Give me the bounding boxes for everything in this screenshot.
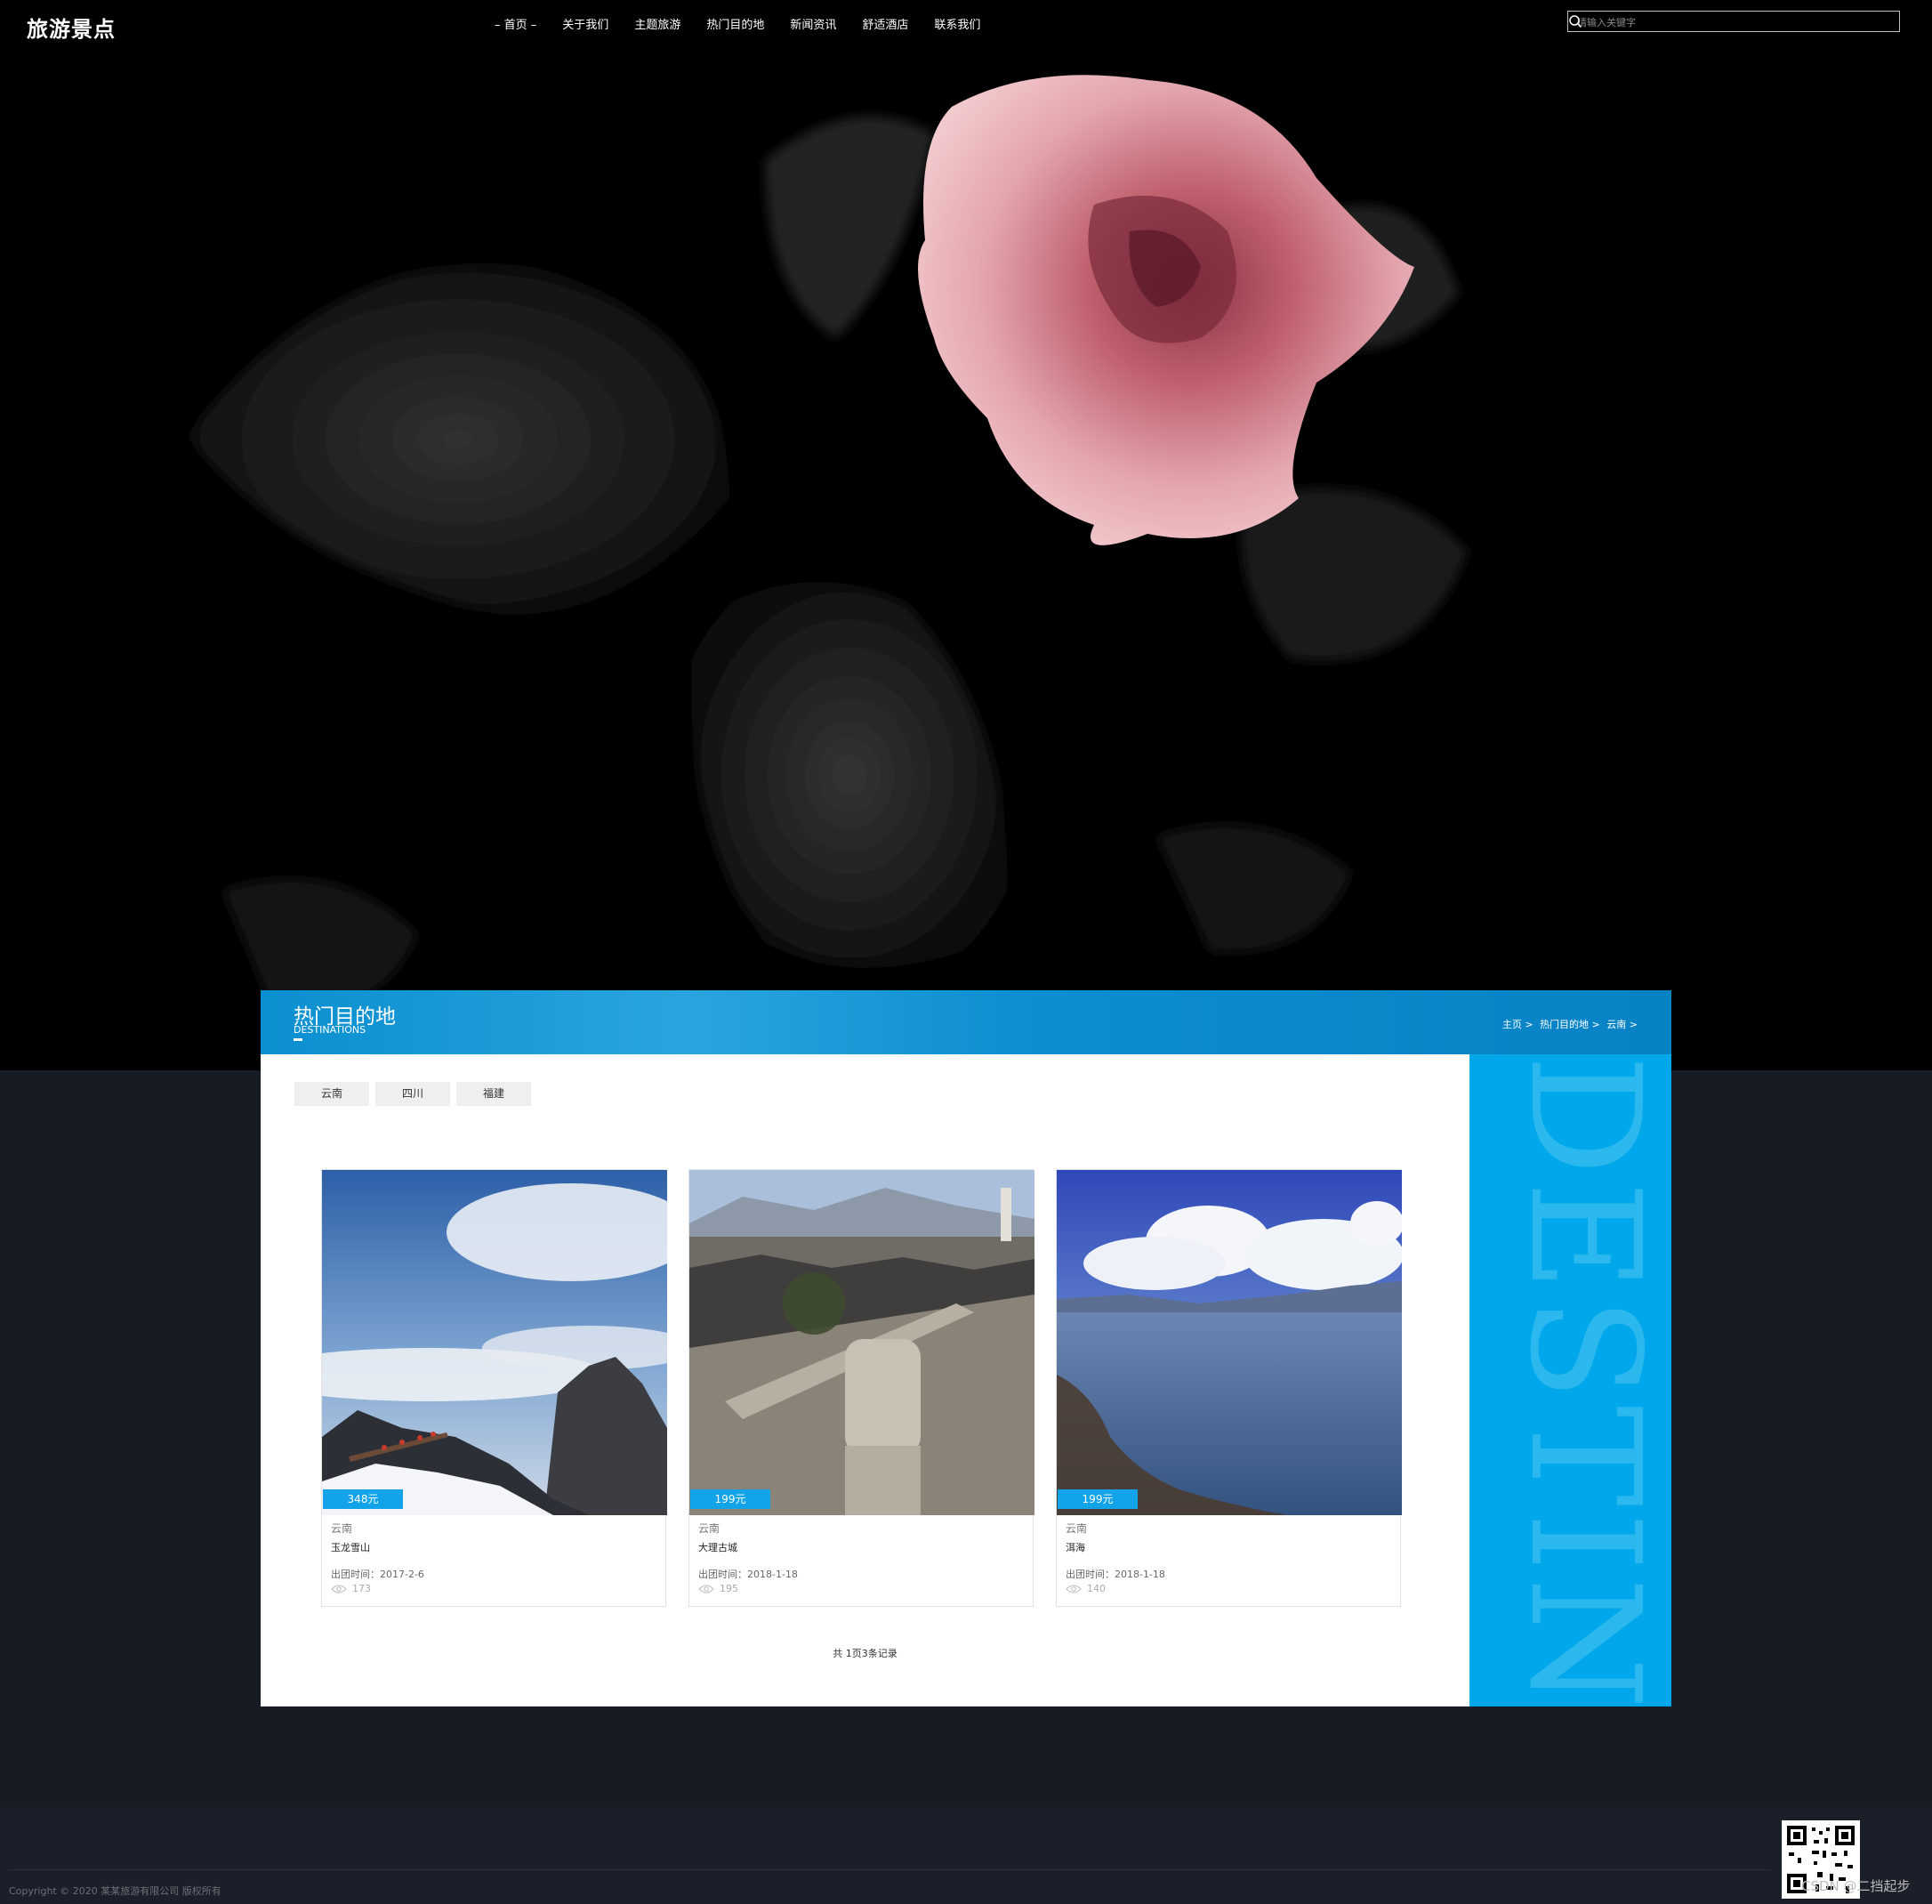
card-image-snow-mountain[interactable]	[322, 1170, 667, 1515]
top-navigation-bar: 旅游景点 首页 关于我们 主题旅游 热门目的地 新闻资讯 舒适酒店 联系我们	[0, 0, 1932, 46]
breadcrumb-yunnan[interactable]: 云南 >	[1606, 1019, 1638, 1030]
filter-yunnan[interactable]: 云南	[294, 1082, 369, 1106]
search-box	[1567, 11, 1900, 32]
destination-card[interactable]: 348元 云南 玉龙雪山 出团时间：2017-2-6 173	[321, 1169, 667, 1607]
search-icon[interactable]	[1568, 14, 1582, 28]
card-title[interactable]: 大理古城	[698, 1540, 737, 1554]
section-subtitle: DESTINATIONS	[294, 1024, 366, 1036]
view-count: 195	[720, 1583, 738, 1594]
filter-sichuan[interactable]: 四川	[375, 1082, 450, 1106]
title-underline	[294, 1038, 302, 1041]
card-title[interactable]: 洱海	[1066, 1540, 1085, 1554]
breadcrumb-home[interactable]: 主页 >	[1502, 1019, 1534, 1030]
card-image-lake[interactable]	[1057, 1170, 1402, 1515]
nav-item-theme-tours[interactable]: 主题旅游	[634, 15, 680, 32]
nav-item-about[interactable]: 关于我们	[562, 15, 608, 32]
price-badge: 199元	[1058, 1489, 1138, 1509]
nav-item-home[interactable]: 首页	[495, 15, 536, 32]
card-region: 云南	[698, 1522, 720, 1535]
eye-icon	[1066, 1585, 1082, 1593]
breadcrumb-destinations[interactable]: 热门目的地 >	[1540, 1019, 1600, 1030]
pagination-summary: 共 1页3条记录	[833, 1648, 898, 1659]
nav-item-news[interactable]: 新闻资讯	[790, 15, 836, 32]
site-logo[interactable]: 旅游景点	[27, 12, 116, 43]
breadcrumb: 主页 > 热门目的地 > 云南 >	[1499, 1017, 1638, 1031]
eye-icon	[698, 1585, 714, 1593]
card-views: 173	[331, 1583, 371, 1594]
view-count: 173	[352, 1583, 371, 1594]
region-filters: 云南 四川 福建	[294, 1082, 537, 1106]
card-image-old-town[interactable]	[689, 1170, 1034, 1515]
nav-item-contact[interactable]: 联系我们	[934, 15, 980, 32]
destinations-panel: 热门目的地 DESTINATIONS 主页 > 热门目的地 > 云南 > DES…	[261, 990, 1671, 1706]
section-header: 热门目的地 DESTINATIONS 主页 > 热门目的地 > 云南 >	[261, 990, 1671, 1054]
side-watermark-text: DESTINAT	[1496, 1054, 1671, 1706]
card-views: 140	[1066, 1583, 1106, 1594]
eye-icon	[331, 1585, 347, 1593]
destination-card[interactable]: 199元 云南 洱海 出团时间：2018-1-18 140	[1056, 1169, 1402, 1607]
price-badge: 348元	[323, 1489, 403, 1509]
hero-banner: 旅游景点 首页 关于我们 主题旅游 热门目的地 新闻资讯 舒适酒店 联系我们	[0, 0, 1932, 1070]
card-region: 云南	[1066, 1522, 1088, 1535]
destination-card-list: 348元 云南 玉龙雪山 出团时间：2017-2-6 173 199元 云南 大…	[321, 1169, 1423, 1607]
view-count: 140	[1087, 1583, 1106, 1594]
nav-item-hotels[interactable]: 舒适酒店	[862, 15, 908, 32]
card-date: 出团时间：2017-2-6	[331, 1569, 424, 1580]
filter-fujian[interactable]: 福建	[456, 1082, 531, 1106]
search-input[interactable]	[1575, 14, 1872, 30]
site-footer: Copyright © 2020 某某旅游有限公司 版权所有 CSDN @二挡起…	[0, 1807, 1932, 1904]
rose-hero-image	[0, 0, 1932, 1070]
card-views: 195	[698, 1583, 738, 1594]
price-badge: 199元	[690, 1489, 770, 1509]
destination-card[interactable]: 199元 云南 大理古城 出团时间：2018-1-18 195	[688, 1169, 1034, 1607]
side-decoration-strip: DESTINAT	[1469, 1054, 1671, 1706]
card-title[interactable]: 玉龙雪山	[331, 1540, 370, 1554]
card-date: 出团时间：2018-1-18	[1066, 1569, 1165, 1580]
footer-divider	[9, 1869, 1770, 1870]
card-region: 云南	[331, 1522, 353, 1535]
card-date: 出团时间：2018-1-18	[698, 1569, 798, 1580]
main-nav: 首页 关于我们 主题旅游 热门目的地 新闻资讯 舒适酒店 联系我们	[495, 15, 1006, 32]
nav-item-destinations[interactable]: 热门目的地	[706, 15, 764, 32]
csdn-watermark: CSDN @二挡起步	[1801, 1878, 1911, 1894]
footer-copyright: Copyright © 2020 某某旅游有限公司 版权所有	[9, 1885, 221, 1897]
